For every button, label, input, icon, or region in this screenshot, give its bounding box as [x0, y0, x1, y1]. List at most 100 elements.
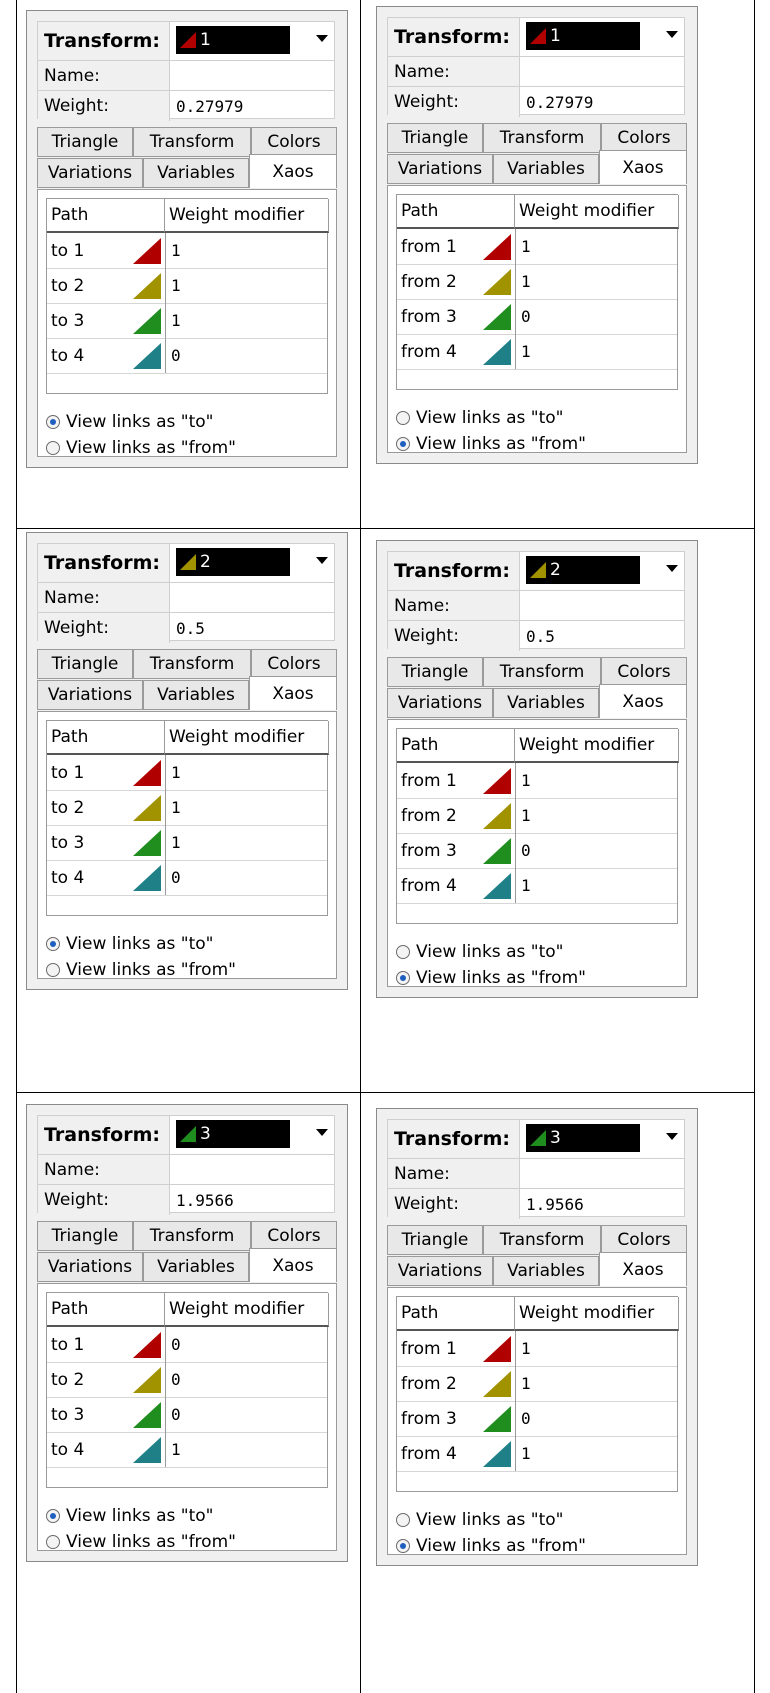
table-row[interactable]: from 2 1 — [397, 798, 677, 834]
table-row[interactable]: from 1 1 — [397, 229, 677, 265]
transform-select[interactable]: 3 — [526, 1124, 640, 1152]
table-row[interactable]: to 1 1 — [47, 233, 327, 269]
tab-triangle[interactable]: Triangle — [387, 657, 483, 687]
weight-modifier-value[interactable]: 0 — [521, 833, 531, 868]
tab-variables[interactable]: Variables — [143, 1252, 249, 1282]
tab-transform[interactable]: Transform — [483, 123, 601, 153]
tab-transform[interactable]: Transform — [133, 649, 251, 679]
tab-colors[interactable]: Colors — [601, 1225, 687, 1255]
table-row[interactable]: from 2 1 — [397, 1366, 677, 1402]
radio-view-to[interactable]: View links as "to" — [46, 412, 213, 432]
tab-variables[interactable]: Variables — [493, 154, 599, 184]
weight-modifier-value[interactable]: 1 — [171, 1432, 181, 1467]
tab-colors[interactable]: Colors — [601, 123, 687, 153]
table-row[interactable]: to 3 1 — [47, 825, 327, 861]
chevron-down-icon[interactable] — [666, 1133, 678, 1140]
tab-variables[interactable]: Variables — [143, 680, 249, 710]
tab-variables[interactable]: Variables — [143, 158, 249, 188]
tab-xaos[interactable]: Xaos — [599, 150, 687, 184]
radio-button[interactable] — [396, 971, 410, 985]
chevron-down-icon[interactable] — [316, 1129, 328, 1136]
weight-field[interactable]: 0.5 — [526, 621, 555, 651]
table-row[interactable]: from 4 1 — [397, 334, 677, 370]
transform-select[interactable]: 2 — [526, 556, 640, 584]
weight-modifier-value[interactable]: 1 — [521, 229, 531, 264]
table-row[interactable]: to 2 1 — [47, 790, 327, 826]
radio-view-from[interactable]: View links as "from" — [46, 1532, 236, 1552]
radio-view-from[interactable]: View links as "from" — [46, 960, 236, 980]
tab-transform[interactable]: Transform — [133, 127, 251, 157]
column-header-weight-modifier[interactable]: Weight modifier — [515, 729, 679, 763]
tab-variations[interactable]: Variations — [37, 680, 143, 710]
weight-modifier-value[interactable]: 1 — [521, 1436, 531, 1471]
radio-view-to[interactable]: View links as "to" — [396, 1510, 563, 1530]
weight-modifier-value[interactable]: 1 — [521, 334, 531, 369]
tab-triangle[interactable]: Triangle — [37, 1221, 133, 1251]
column-header-weight-modifier[interactable]: Weight modifier — [515, 1297, 679, 1331]
tab-variations[interactable]: Variations — [387, 1256, 493, 1286]
tab-xaos[interactable]: Xaos — [599, 1252, 687, 1286]
chevron-down-icon[interactable] — [666, 565, 678, 572]
transform-select[interactable]: 1 — [176, 26, 290, 54]
weight-modifier-value[interactable]: 1 — [521, 1366, 531, 1401]
weight-modifier-value[interactable]: 0 — [171, 1327, 181, 1362]
table-row[interactable]: from 4 1 — [397, 1436, 677, 1472]
tab-xaos[interactable]: Xaos — [599, 684, 687, 718]
transform-select[interactable]: 1 — [526, 22, 640, 50]
column-header-path[interactable]: Path — [47, 721, 165, 755]
tab-variations[interactable]: Variations — [37, 1252, 143, 1282]
radio-view-from[interactable]: View links as "from" — [396, 434, 586, 454]
table-row[interactable]: to 2 1 — [47, 268, 327, 304]
radio-view-to[interactable]: View links as "to" — [46, 934, 213, 954]
table-row[interactable]: to 3 1 — [47, 303, 327, 339]
weight-modifier-value[interactable]: 0 — [521, 299, 531, 334]
table-row[interactable]: from 4 1 — [397, 868, 677, 904]
radio-button[interactable] — [46, 1535, 60, 1549]
radio-button[interactable] — [46, 415, 60, 429]
column-header-path[interactable]: Path — [47, 199, 165, 233]
tab-colors[interactable]: Colors — [251, 1221, 337, 1251]
radio-view-from[interactable]: View links as "from" — [396, 968, 586, 988]
tab-colors[interactable]: Colors — [251, 649, 337, 679]
weight-modifier-value[interactable]: 0 — [171, 1397, 181, 1432]
tab-variables[interactable]: Variables — [493, 688, 599, 718]
table-row[interactable]: to 1 1 — [47, 755, 327, 791]
weight-modifier-value[interactable]: 1 — [171, 790, 181, 825]
weight-modifier-value[interactable]: 1 — [171, 303, 181, 338]
radio-view-to[interactable]: View links as "to" — [396, 942, 563, 962]
tab-triangle[interactable]: Triangle — [387, 1225, 483, 1255]
radio-button[interactable] — [46, 963, 60, 977]
table-row[interactable]: to 1 0 — [47, 1327, 327, 1363]
radio-button[interactable] — [46, 937, 60, 951]
column-header-path[interactable]: Path — [397, 729, 515, 763]
weight-modifier-value[interactable]: 1 — [521, 798, 531, 833]
radio-button[interactable] — [396, 945, 410, 959]
tab-xaos[interactable]: Xaos — [249, 1248, 337, 1282]
table-row[interactable]: to 4 0 — [47, 338, 327, 374]
weight-modifier-value[interactable]: 1 — [171, 268, 181, 303]
table-row[interactable]: to 4 1 — [47, 1432, 327, 1468]
column-header-weight-modifier[interactable]: Weight modifier — [165, 199, 329, 233]
radio-button[interactable] — [396, 411, 410, 425]
table-row[interactable]: from 2 1 — [397, 264, 677, 300]
tab-variations[interactable]: Variations — [387, 688, 493, 718]
weight-modifier-value[interactable]: 0 — [521, 1401, 531, 1436]
chevron-down-icon[interactable] — [316, 35, 328, 42]
weight-modifier-value[interactable]: 1 — [521, 264, 531, 299]
column-header-path[interactable]: Path — [397, 1297, 515, 1331]
table-row[interactable]: to 2 0 — [47, 1362, 327, 1398]
column-header-path[interactable]: Path — [47, 1293, 165, 1327]
tab-triangle[interactable]: Triangle — [37, 127, 133, 157]
column-header-weight-modifier[interactable]: Weight modifier — [165, 1293, 329, 1327]
weight-modifier-value[interactable]: 1 — [521, 1331, 531, 1366]
weight-field[interactable]: 0.5 — [176, 613, 205, 643]
weight-modifier-value[interactable]: 1 — [171, 233, 181, 268]
weight-modifier-value[interactable]: 0 — [171, 1362, 181, 1397]
chevron-down-icon[interactable] — [666, 31, 678, 38]
radio-button[interactable] — [396, 437, 410, 451]
radio-view-to[interactable]: View links as "to" — [46, 1506, 213, 1526]
transform-select[interactable]: 2 — [176, 548, 290, 576]
weight-field[interactable]: 0.27979 — [176, 91, 243, 121]
tab-xaos[interactable]: Xaos — [249, 676, 337, 710]
tab-triangle[interactable]: Triangle — [37, 649, 133, 679]
